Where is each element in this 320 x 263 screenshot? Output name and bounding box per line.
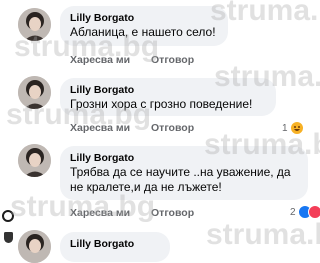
reaction-summary[interactable]: 1 <box>282 121 304 135</box>
shield-icon <box>4 232 13 243</box>
like-button[interactable]: Харесва ми <box>70 54 130 66</box>
watermark: struma.bg <box>206 218 320 251</box>
comment-bubble: Lilly Borgato Грозни хора с грозно повед… <box>60 78 276 116</box>
comment-text: Грозни хора с грозно поведение! <box>70 97 253 111</box>
reaction-count: 1 <box>282 122 288 134</box>
reply-button[interactable]: Отговор <box>151 207 194 219</box>
comment-actions: Харесва ми Отговор <box>70 54 212 66</box>
comment-text-line-1: Трябва да се научите ..на уважение, да <box>70 165 291 179</box>
comment-bubble: Lilly Borgato Трябва да се научите ..на … <box>60 146 308 200</box>
like-button[interactable]: Харесва ми <box>70 207 130 219</box>
comment-author[interactable]: Lilly Borgato <box>70 84 266 97</box>
reply-button[interactable]: Отговор <box>151 122 194 134</box>
avatar[interactable] <box>18 76 51 109</box>
avatar[interactable] <box>18 144 51 177</box>
circle-icon <box>2 210 14 222</box>
comment-author[interactable]: Lilly Borgato <box>70 238 160 251</box>
comment-bubble: Lilly Borgato Абланица, е нашето село! <box>60 6 228 46</box>
avatar[interactable] <box>18 230 51 263</box>
comment-actions: Харесва ми Отговор <box>70 207 212 219</box>
reaction-count: 2 <box>290 206 296 218</box>
avatar[interactable] <box>18 8 51 41</box>
love-reaction-icon <box>307 205 320 219</box>
reaction-summary[interactable]: 2 <box>290 205 320 219</box>
comment-author[interactable]: Lilly Borgato <box>70 12 218 25</box>
comment-actions: Харесва ми Отговор <box>70 122 212 134</box>
comment-bubble: Lilly Borgato <box>60 232 170 262</box>
comment-text: Абланица, е нашето село! <box>70 25 216 39</box>
haha-reaction-icon <box>289 121 304 135</box>
comment-author[interactable]: Lilly Borgato <box>70 152 298 165</box>
reply-button[interactable]: Отговор <box>151 54 194 66</box>
like-button[interactable]: Харесва ми <box>70 122 130 134</box>
comment-text-line-2: не кралете,и да не лъжете! <box>70 180 222 194</box>
